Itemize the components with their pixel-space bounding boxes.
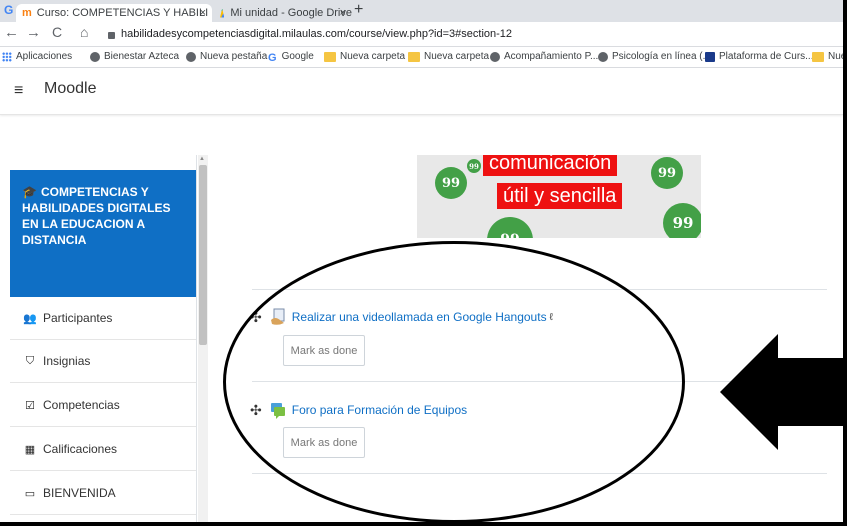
bookmark-item[interactable]: Nue [812, 51, 843, 62]
tab-bar: G m Curso: COMPETENCIAS Y HABILI × Mi un… [0, 0, 843, 22]
shield-icon: ⛉ [25, 354, 35, 367]
mark-as-done-button[interactable]: Mark as done [283, 335, 365, 366]
drawer-item-label: Calificaciones [43, 442, 118, 456]
drive-icon [220, 8, 225, 18]
scroll-up-icon[interactable]: ▲ [199, 156, 205, 162]
bookmark-item[interactable]: Acompañamiento P... [490, 51, 598, 62]
bookmark-label: Acompañamiento P... [504, 51, 599, 62]
browser-window: G m Curso: COMPETENCIAS Y HABILI × Mi un… [0, 0, 843, 522]
google-icon: G [4, 3, 14, 17]
table-icon: ▦ [24, 443, 36, 456]
banner-text-line1: comunicación [483, 155, 618, 176]
folder-icon [812, 51, 824, 62]
apps-icon [2, 51, 12, 62]
tab-drive[interactable]: Mi unidad - Google Drive × [214, 4, 352, 22]
quote-bubble-icon: 99 [435, 167, 467, 199]
drawer-item-label: BIENVENIDA [43, 486, 116, 500]
activity-forum: ✣ Foro para Formación de Equipos [250, 401, 467, 419]
url-icon [270, 308, 286, 326]
forum-icon [270, 401, 286, 419]
moodle-navbar: ≡ Moodle [0, 68, 843, 115]
globe-icon [186, 51, 196, 62]
menu-icon[interactable]: ≡ [14, 82, 23, 100]
drawer-item-calificaciones[interactable]: ▦ Calificaciones [10, 428, 196, 471]
bookmark-label: Plataforma de Curs... [719, 51, 814, 62]
bookmark-label: Nue [828, 51, 843, 62]
drawer-course-link[interactable]: 🎓 COMPETENCIAS Y HABILIDADES DIGITALES EN… [10, 170, 196, 297]
globe-icon [490, 51, 500, 62]
tab-title: Curso: COMPETENCIAS Y HABILI [36, 7, 209, 19]
globe-icon [598, 51, 608, 62]
url-text: habilidadesycompetenciasdigital.milaulas… [121, 28, 513, 40]
close-tab-icon[interactable]: × [200, 7, 206, 19]
bookmark-label: Psicología en línea (... [612, 51, 711, 62]
drawer-item-competencias[interactable]: ☑ Competencias [10, 384, 196, 427]
bookmark-item[interactable]: Aplicaciones [2, 51, 72, 62]
bookmark-item[interactable]: Nueva carpeta [324, 51, 405, 62]
move-icon[interactable]: ✣ [250, 402, 262, 419]
drawer-item-participantes[interactable]: 👥 Participantes [10, 297, 196, 340]
bookmark-item[interactable]: Bienestar Azteca [90, 51, 179, 62]
platform-icon [705, 51, 715, 62]
quote-bubble-icon: 99 [467, 159, 481, 173]
bookmark-label: Nueva pestaña [200, 51, 268, 62]
bookmark-item[interactable]: Nueva carpeta [408, 51, 489, 62]
divider [252, 473, 827, 474]
drawer-item-bienvenida[interactable]: ▭ BIENVENIDA [10, 472, 196, 515]
tab-title: Mi unidad - Google Drive [230, 7, 352, 19]
graduation-cap-icon: 🎓 [22, 185, 37, 199]
bookmark-label: Aplicaciones [16, 51, 73, 62]
bookmark-item[interactable]: Plataforma de Curs... [705, 51, 813, 62]
quote-bubble-icon: 99 [487, 217, 533, 238]
globe-icon [90, 51, 100, 62]
drawer-item-label: Participantes [43, 311, 113, 325]
folder-outline-icon: ▭ [24, 487, 36, 500]
scrollbar-thumb[interactable] [199, 165, 207, 345]
google-icon: G [268, 51, 277, 64]
bookmark-item[interactable]: G Google [268, 51, 314, 64]
annotation-arrow-icon [720, 334, 843, 450]
drawer-scrollbar[interactable]: ▲ [198, 155, 208, 522]
tab-course[interactable]: m Curso: COMPETENCIAS Y HABILI × [16, 4, 212, 22]
bookmark-item[interactable]: Nueva pestaña [186, 51, 267, 62]
folder-icon [408, 51, 420, 62]
new-tab-button[interactable]: + [354, 1, 363, 19]
activity-link[interactable]: Realizar una videollamada en Google Hang… [292, 310, 547, 324]
banner-text-line2: útil y sencilla [497, 183, 623, 209]
activity-link[interactable]: Foro para Formación de Equipos [292, 403, 467, 417]
forward-icon[interactable]: → [26, 24, 41, 41]
bookmark-label: Google [281, 51, 314, 62]
bookmark-label: Bienestar Azteca [104, 51, 180, 62]
mark-as-done-button[interactable]: Mark as done [283, 427, 365, 458]
drawer-item-label: Insignias [43, 354, 91, 368]
check-square-icon: ☑ [25, 399, 35, 412]
section-banner-image: 99 99 99 99 99 comunicación útil y senci… [417, 155, 701, 238]
home-icon[interactable]: ⌂ [80, 24, 88, 40]
divider [252, 289, 827, 290]
reload-icon[interactable]: C [52, 24, 62, 40]
bookmark-label: Nueva carpeta [424, 51, 490, 62]
back-icon[interactable]: ← [4, 24, 19, 41]
lock-icon [108, 31, 115, 39]
address-bar: ← → C ⌂ habilidadesycompetenciasdigital.… [0, 22, 843, 47]
move-icon[interactable]: ✣ [250, 309, 262, 326]
close-tab-icon[interactable]: × [340, 7, 346, 19]
users-icon: 👥 [23, 312, 37, 325]
bookmark-item[interactable]: Psicología en línea (... [598, 51, 711, 62]
bookmark-label: Nueva carpeta [340, 51, 406, 62]
quote-bubble-icon: 99 [651, 157, 683, 189]
drawer-item-label: Competencias [43, 398, 120, 412]
url-field[interactable]: habilidadesycompetenciasdigital.milaulas… [108, 25, 843, 43]
activity-suffix: ℓ [549, 311, 553, 323]
moodle-tab-icon: m [22, 7, 32, 19]
bookmarks-bar: Aplicaciones Bienestar Azteca Nueva pest… [0, 47, 843, 68]
quote-bubble-icon: 99 [663, 203, 701, 238]
activity-hangouts: ✣ Realizar una videollamada en Google Ha… [250, 308, 553, 326]
site-brand[interactable]: Moodle [44, 80, 96, 98]
folder-icon [324, 51, 336, 62]
course-title: COMPETENCIAS Y HABILIDADES DIGITALES EN … [22, 185, 171, 247]
drawer-item-insignias[interactable]: ⛉ Insignias [10, 340, 196, 383]
